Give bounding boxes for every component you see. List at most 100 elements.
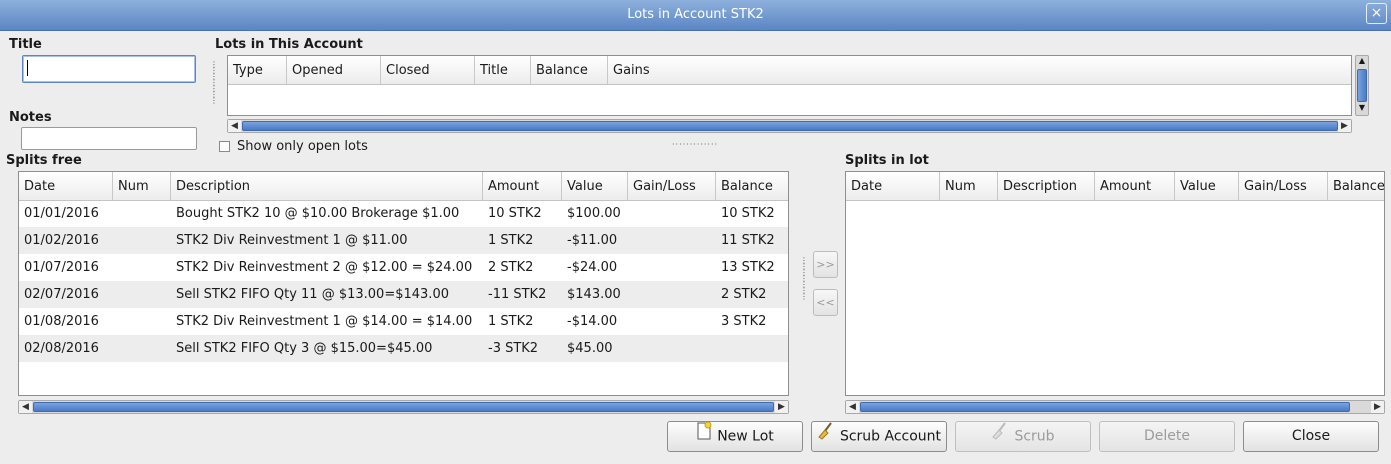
scrub-account-button[interactable]: Scrub Account [811,421,947,452]
splits-free-table[interactable]: Date Num Description Amount Value Gain/L… [18,171,789,396]
table-cell [113,335,118,362]
table-cell: STK2 Div Reinvestment 2 @ $12.00 = $24.0… [176,260,473,275]
close-button[interactable]: Close [1243,421,1379,452]
table-row[interactable]: 02/07/2016 Sell STK2 FIFO Qty 11 @ $13.00… [19,281,788,308]
table-cell [628,335,633,362]
scroll-thumb[interactable] [860,402,1350,412]
new-lot-label: New Lot [717,428,774,445]
table-cell: 02/07/2016 [24,287,99,302]
table-cell: -3 STK2 [488,341,539,356]
free-col-date[interactable]: Date [19,172,113,200]
table-cell [628,227,633,254]
add-split-to-lot-button[interactable]: >> [813,251,838,278]
window-titlebar: Lots in Account STK2 × [0,0,1391,31]
table-cell [113,308,118,335]
scrub-button[interactable]: Scrub [955,421,1091,452]
scroll-right-icon[interactable]: ▶ [1371,401,1384,413]
splits-in-lot-table[interactable]: Date Num Description Amount Value Gain/L… [845,171,1385,396]
table-cell: 1 STK2 [488,314,534,329]
table-cell [113,200,118,227]
text-caret [27,60,28,76]
delete-button[interactable]: Delete [1099,421,1235,452]
pane-grip-horizontal[interactable]: ············· [672,140,718,149]
title-label: Title [9,37,42,52]
window-title: Lots in Account STK2 [627,7,764,22]
free-col-num[interactable]: Num [113,172,171,200]
scroll-left-icon[interactable]: ◀ [19,401,32,413]
free-col-value[interactable]: Value [562,172,628,200]
lots-col-opened[interactable]: Opened [287,56,381,84]
show-open-lots-label[interactable]: Show only open lots [237,139,368,154]
scroll-thumb[interactable] [1357,69,1367,102]
table-row[interactable]: 02/08/2016 Sell STK2 FIFO Qty 3 @ $15.00=… [19,335,788,362]
table-cell: $100.00 [567,206,621,221]
free-col-gain-loss[interactable]: Gain/Loss [628,172,716,200]
scroll-thumb[interactable] [242,121,1338,131]
close-icon[interactable]: × [1366,3,1387,24]
broom-icon [991,422,1009,451]
table-cell: $143.00 [567,287,621,302]
lot-col-date[interactable]: Date [846,172,940,200]
table-cell [628,254,633,281]
pane-grip-vertical[interactable]: ⋮ ⋮ ⋮ ⋮ ⋮ ⋮ ⋮ [210,61,218,105]
table-cell: $45.00 [567,341,613,356]
remove-split-from-lot-button[interactable]: << [813,289,838,316]
scroll-down-icon[interactable]: ▼ [1356,103,1368,115]
scroll-right-icon[interactable]: ▶ [1338,120,1351,132]
table-cell [716,335,721,362]
table-row[interactable]: 01/08/2016 STK2 Div Reinvestment 1 @ $14.… [19,308,788,335]
table-cell: 01/02/2016 [24,233,99,248]
lots-vscrollbar[interactable]: ▲ ▼ [1355,55,1369,116]
table-cell: 10 STK2 [721,206,775,221]
splits-free-hscrollbar[interactable]: ◀ ▶ [18,400,789,414]
table-cell: 01/01/2016 [24,206,99,221]
splits-in-lot-hscrollbar[interactable]: ◀ ▶ [845,400,1385,414]
lots-col-balance[interactable]: Balance [531,56,608,84]
lots-hscrollbar[interactable]: ◀ ▶ [227,119,1352,133]
lot-col-description[interactable]: Description [998,172,1095,200]
table-cell: 10 STK2 [488,206,542,221]
table-cell: -11 STK2 [488,287,547,302]
lots-col-type[interactable]: Type [228,56,287,84]
scroll-right-icon[interactable]: ▶ [775,401,788,413]
scroll-left-icon[interactable]: ◀ [846,401,859,413]
splits-free-label: Splits free [6,153,82,168]
lot-col-value[interactable]: Value [1175,172,1239,200]
table-cell [113,281,118,308]
scroll-left-icon[interactable]: ◀ [228,120,241,132]
lots-col-title[interactable]: Title [475,56,531,84]
table-cell: 2 STK2 [721,287,767,302]
new-lot-button[interactable]: New Lot [667,421,803,452]
table-cell: Sell STK2 FIFO Qty 3 @ $15.00=$45.00 [176,341,433,356]
table-cell [628,200,633,227]
show-open-lots-checkbox[interactable] [219,141,230,152]
table-cell [628,308,633,335]
splits-in-lot-label: Splits in lot [845,153,929,168]
free-col-description[interactable]: Description [171,172,483,200]
table-cell: 02/08/2016 [24,341,99,356]
table-row[interactable]: 01/02/2016 STK2 Div Reinvestment 1 @ $11.… [19,227,788,254]
table-cell: 11 STK2 [721,233,775,248]
lots-col-closed[interactable]: Closed [381,56,475,84]
broom-icon [817,422,835,451]
lots-table[interactable]: Type Opened Closed Title Balance Gains [227,55,1352,116]
notes-input[interactable] [21,127,197,150]
table-cell: -$14.00 [567,314,618,329]
table-row[interactable]: 01/07/2016 STK2 Div Reinvestment 2 @ $12.… [19,254,788,281]
scroll-up-icon[interactable]: ▲ [1356,56,1368,68]
notes-label: Notes [9,110,52,125]
table-row[interactable]: 01/01/2016 Bought STK2 10 @ $10.00 Broker… [19,200,788,227]
title-input[interactable] [22,55,196,83]
table-cell: STK2 Div Reinvestment 1 @ $11.00 [176,233,408,248]
table-cell [113,254,118,281]
free-col-balance[interactable]: Balance [716,172,788,200]
lot-col-num[interactable]: Num [940,172,998,200]
pane-grip-vertical[interactable]: ⋮ ⋮ ⋮ ⋮ ⋮ ⋮ ⋮ [800,257,808,301]
scroll-thumb[interactable] [33,402,774,412]
lot-col-amount[interactable]: Amount [1095,172,1175,200]
lot-col-balance[interactable]: Balance [1328,172,1384,200]
lots-col-gains[interactable]: Gains [608,56,1351,84]
table-cell: -$24.00 [567,260,618,275]
lot-col-gain-loss[interactable]: Gain/Loss [1239,172,1328,200]
free-col-amount[interactable]: Amount [483,172,562,200]
